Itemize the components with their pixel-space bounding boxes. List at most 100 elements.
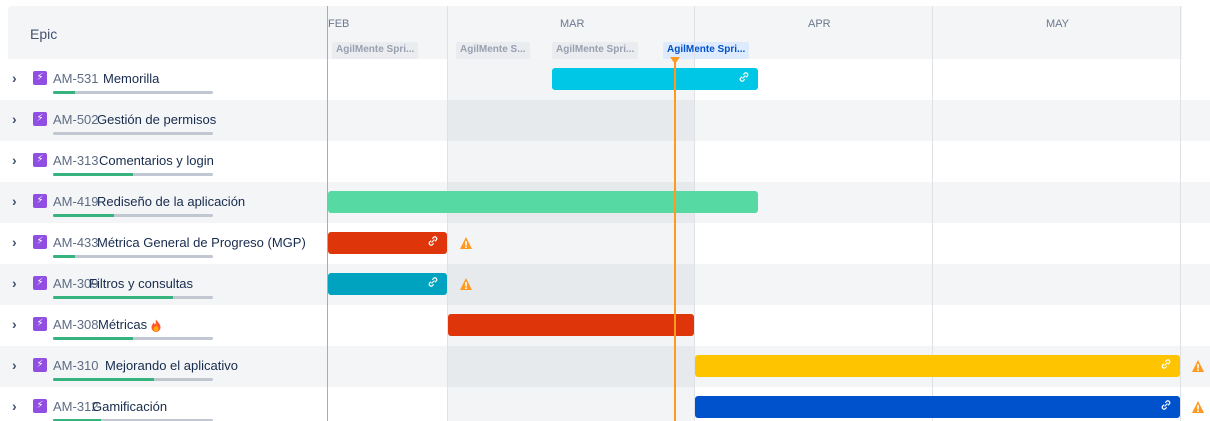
epic-name-text: Mejorando el aplicativo: [105, 358, 238, 373]
epic-progress-fill: [53, 91, 76, 94]
epic-name[interactable]: Mejorando el aplicativo: [105, 358, 238, 373]
active-sprint-shade: [448, 59, 694, 421]
epic-key[interactable]: AM-308: [53, 317, 99, 332]
epic-timeline-bar[interactable]: [328, 191, 758, 213]
epic-name[interactable]: Métricas: [98, 317, 162, 333]
today-marker-line: [674, 59, 676, 421]
epic-name[interactable]: Gamificación: [92, 399, 167, 414]
epic-name[interactable]: Memorilla: [103, 71, 159, 86]
epic-progress-bar: [53, 91, 213, 94]
epic-key[interactable]: AM-433: [53, 235, 99, 250]
epic-timeline-bar[interactable]: [328, 273, 447, 295]
epic-lightning-icon: ⚡: [33, 112, 47, 126]
warning-icon[interactable]: [1191, 359, 1205, 373]
epic-progress-bar: [53, 337, 213, 340]
epic-row-left: › ⚡ AM-308 Métricas: [8, 305, 328, 346]
epic-key[interactable]: AM-419: [53, 194, 99, 209]
epic-key[interactable]: AM-502: [53, 112, 99, 127]
epic-name-text: Rediseño de la aplicación: [97, 194, 246, 209]
epic-row-left: › ⚡ AM-419 Rediseño de la aplicación: [8, 182, 328, 223]
chevron-right-icon[interactable]: ›: [12, 398, 17, 414]
warning-icon[interactable]: [1191, 400, 1205, 414]
chevron-right-icon[interactable]: ›: [12, 152, 17, 168]
month-label-feb: FEB: [328, 18, 350, 30]
epic-row-left: › ⚡ AM-309 Filtros y consultas: [8, 264, 328, 305]
link-icon[interactable]: [427, 235, 439, 251]
epic-name-text: Métrica General de Progreso (MGP): [97, 235, 306, 250]
epic-progress-fill: [53, 255, 76, 258]
link-icon[interactable]: [427, 276, 439, 292]
epic-lightning-icon: ⚡: [33, 153, 47, 167]
month-label-mar: MAR: [560, 18, 585, 30]
panel-divider[interactable]: [327, 6, 328, 421]
epic-progress-bar: [53, 173, 213, 176]
epic-row-left: › ⚡ AM-312 Gamificación: [8, 387, 328, 421]
epic-name-text: Comentarios y login: [99, 153, 214, 168]
epic-lightning-icon: ⚡: [33, 358, 47, 372]
today-marker-icon: [670, 57, 680, 64]
epic-lightning-icon: ⚡: [33, 194, 47, 208]
epic-progress-bar: [53, 378, 213, 381]
epic-lightning-icon: ⚡: [33, 317, 47, 331]
chevron-right-icon[interactable]: ›: [12, 357, 17, 373]
epic-key[interactable]: AM-531: [53, 71, 99, 86]
epic-name[interactable]: Rediseño de la aplicación: [97, 194, 245, 209]
epic-name[interactable]: Gestión de permisos: [97, 112, 216, 127]
chevron-right-icon[interactable]: ›: [12, 275, 17, 291]
epic-timeline-bar[interactable]: [695, 396, 1180, 418]
epic-lightning-icon: ⚡: [33, 235, 47, 249]
link-icon[interactable]: [1160, 358, 1172, 374]
warning-icon[interactable]: [459, 236, 473, 250]
warning-icon[interactable]: [459, 277, 473, 291]
epic-column-title: Epic: [30, 26, 58, 42]
epic-row-left: › ⚡ AM-502 Gestión de permisos: [8, 100, 328, 141]
epic-row-left: › ⚡ AM-531 Memorilla: [8, 59, 328, 100]
link-icon[interactable]: [1160, 399, 1172, 415]
chevron-right-icon[interactable]: ›: [12, 70, 17, 86]
epic-timeline-bar[interactable]: [695, 355, 1180, 377]
month-label-apr: APR: [808, 18, 831, 30]
epic-name-text: Gamificación: [92, 399, 168, 414]
epic-progress-bar: [53, 255, 213, 258]
epic-column-header: Epic: [8, 6, 328, 59]
epic-row-left: › ⚡ AM-313 Comentarios y login: [8, 141, 328, 182]
gridline-jun: [1180, 6, 1181, 421]
epic-name[interactable]: Filtros y consultas: [89, 276, 193, 291]
epic-key[interactable]: AM-313: [53, 153, 99, 168]
epic-progress-bar: [53, 132, 213, 135]
chevron-right-icon[interactable]: ›: [12, 316, 17, 332]
epic-name-text: Filtros y consultas: [89, 276, 194, 291]
epic-progress-fill: [53, 173, 133, 176]
fire-emoji-icon: [150, 319, 162, 333]
epic-name[interactable]: Métrica General de Progreso (MGP): [97, 235, 306, 250]
epic-lightning-icon: ⚡: [33, 399, 47, 413]
epic-progress-bar: [53, 296, 213, 299]
epic-name-text: Gestión de permisos: [97, 112, 217, 127]
epic-progress-bar: [53, 214, 213, 217]
epic-timeline-bar[interactable]: [328, 232, 447, 254]
sprint-chip-1[interactable]: AgilMente Spri...: [332, 42, 419, 59]
epic-row-left: › ⚡ AM-433 Métrica General de Progreso (MGP…: [8, 223, 328, 264]
epic-name[interactable]: Comentarios y login: [99, 153, 214, 168]
epic-progress-fill: [53, 296, 173, 299]
epic-progress-fill: [53, 378, 154, 381]
epic-name-text: Métricas: [98, 317, 148, 332]
chevron-right-icon[interactable]: ›: [12, 193, 17, 209]
chevron-right-icon[interactable]: ›: [12, 234, 17, 250]
epic-timeline-bar[interactable]: [552, 68, 758, 90]
month-label-may: MAY: [1046, 18, 1070, 30]
epic-lightning-icon: ⚡: [33, 71, 47, 85]
epic-progress-fill: [53, 214, 114, 217]
link-icon[interactable]: [738, 71, 750, 87]
epic-key[interactable]: AM-310: [53, 358, 99, 373]
sprint-chip-3[interactable]: AgilMente Spri...: [552, 42, 639, 59]
epic-timeline-bar[interactable]: [448, 314, 694, 336]
chevron-right-icon[interactable]: ›: [12, 111, 17, 127]
sprint-chip-2[interactable]: AgilMente S...: [456, 42, 530, 59]
epic-lightning-icon: ⚡: [33, 276, 47, 290]
gridline-sprint: [447, 6, 448, 421]
epic-progress-fill: [53, 337, 133, 340]
epic-name-text: Memorilla: [103, 71, 160, 86]
timeline-header: FEB MAR APR MAY AgilMente Spri... AgilMe…: [328, 6, 1182, 59]
epic-row-left: › ⚡ AM-310 Mejorando el aplicativo: [8, 346, 328, 387]
